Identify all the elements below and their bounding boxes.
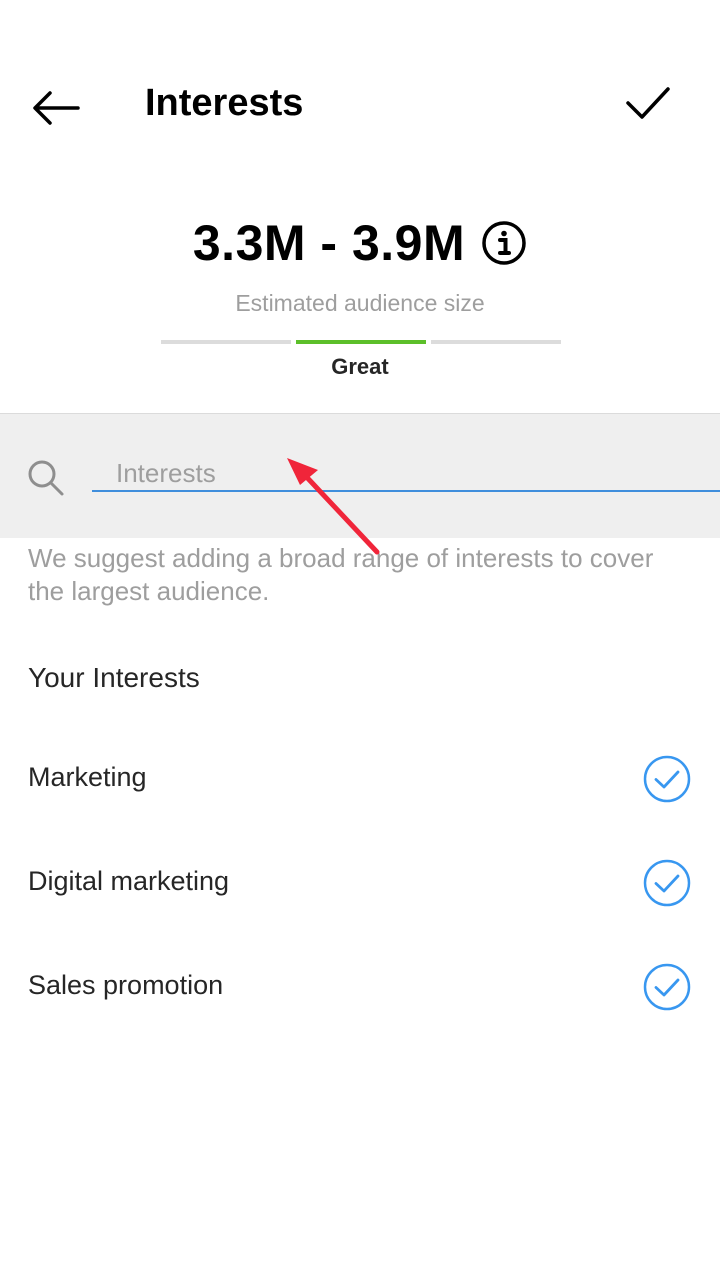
check-circle-icon[interactable] [642, 858, 692, 908]
meter-segment-active [296, 340, 426, 344]
checkmark-icon [626, 87, 670, 119]
page-title: Interests [145, 82, 304, 124]
check-circle-icon[interactable] [642, 754, 692, 804]
arrow-left-icon [33, 91, 80, 125]
search-bar [0, 413, 720, 538]
audience-size-panel: 3.3M - 3.9M Estimated audience size Grea… [0, 214, 720, 379]
interest-label: Sales promotion [28, 970, 224, 1000]
meter-label: Great [331, 354, 389, 379]
audience-size-label: Estimated audience size [235, 290, 485, 316]
interest-item-digital-marketing[interactable]: Digital marketing [0, 844, 720, 924]
search-icon [28, 460, 64, 496]
interest-label: Marketing [28, 762, 147, 792]
interest-label: Digital marketing [28, 866, 230, 896]
audience-range: 3.3M - 3.9M [192, 215, 466, 271]
meter-segment [431, 340, 561, 344]
back-button[interactable] [28, 80, 84, 136]
audience-meter [161, 340, 561, 344]
check-circle-icon[interactable] [642, 962, 692, 1012]
interest-item-marketing[interactable]: Marketing [0, 740, 720, 820]
done-button[interactable] [620, 78, 676, 128]
interest-item-sales-promotion[interactable]: Sales promotion [0, 948, 720, 1028]
search-input[interactable] [92, 456, 720, 492]
hint-text: We suggest adding a broad range of inter… [28, 543, 654, 606]
meter-segment [161, 340, 291, 344]
top-bar: Interests [0, 0, 720, 210]
your-interests-heading: Your Interests [28, 662, 200, 693]
info-icon[interactable] [481, 220, 527, 266]
